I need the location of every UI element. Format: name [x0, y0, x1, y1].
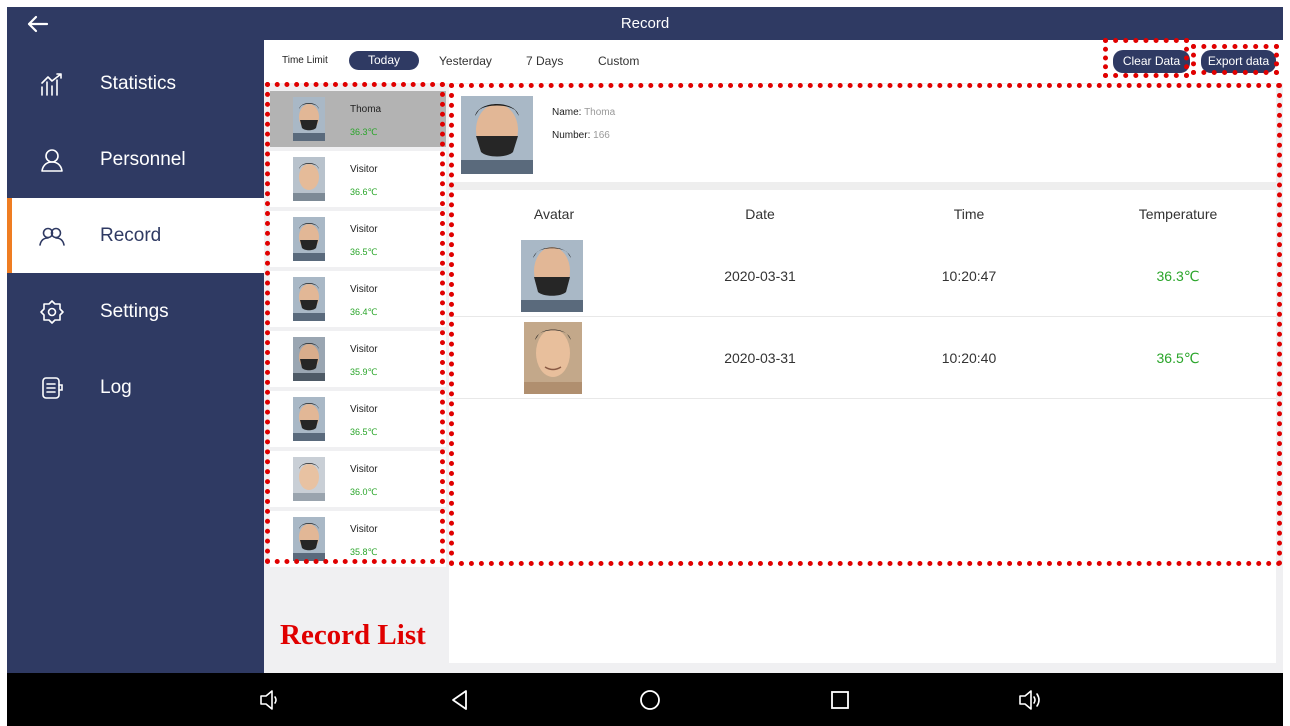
- record-temperature: 35.9℃: [350, 367, 378, 377]
- avatar: [461, 96, 533, 174]
- volume-up-icon[interactable]: [1017, 687, 1043, 713]
- avatar: [293, 277, 325, 321]
- record-temperature: 36.4℃: [350, 307, 378, 317]
- record-date: 2020-03-31: [724, 350, 796, 366]
- person-name-row: Name: Thoma: [552, 107, 615, 118]
- log-icon: [42, 377, 63, 399]
- table-row[interactable]: 2020-03-31 10:20:47 36.3℃: [449, 236, 1276, 317]
- list-item[interactable]: Visitor 36.4℃: [270, 271, 446, 327]
- record-name: Thoma: [350, 104, 382, 115]
- column-header-time: Time: [953, 206, 985, 222]
- sidebar-item-label: Record: [100, 225, 162, 246]
- column-header-temperature: Temperature: [1138, 206, 1218, 222]
- time-filter-bar: Time Limit Today Yesterday 7 Days Custom…: [264, 40, 1283, 83]
- record-list-caption: Record List: [280, 619, 426, 651]
- filter-yesterday[interactable]: Yesterday: [439, 54, 492, 68]
- sidebar-item-record[interactable]: Record: [7, 198, 264, 273]
- record-name: Visitor: [350, 344, 378, 355]
- record-temperature: 36.5℃: [350, 427, 378, 437]
- list-item[interactable]: Visitor 35.8℃: [270, 511, 446, 567]
- record-date: 2020-03-31: [724, 268, 796, 284]
- system-nav-bar: [7, 673, 1283, 726]
- record-name: Visitor: [350, 224, 378, 235]
- avatar: [293, 337, 325, 381]
- group-icon: [39, 227, 65, 246]
- sidebar-item-label: Personnel: [100, 149, 186, 170]
- record-temperature: 36.6℃: [350, 187, 378, 197]
- page-title: Record: [620, 15, 670, 32]
- avatar: [293, 157, 325, 201]
- person-icon: [41, 149, 63, 172]
- person-name: Thoma: [584, 107, 616, 118]
- number-label: Number:: [552, 130, 591, 141]
- table-row[interactable]: 2020-03-31 10:20:40 36.5℃: [449, 318, 1276, 399]
- back-triangle-icon[interactable]: [447, 687, 473, 713]
- record-time: 10:20:40: [941, 350, 997, 366]
- export-data-button[interactable]: Export data: [1201, 50, 1276, 73]
- filter-today[interactable]: Today: [349, 51, 419, 70]
- sidebar-item-statistics[interactable]: Statistics: [7, 46, 264, 121]
- record-temperature: 36.0℃: [350, 487, 378, 497]
- record-name: Visitor: [350, 284, 378, 295]
- list-item[interactable]: Visitor 36.5℃: [270, 391, 446, 447]
- sidebar-item-log[interactable]: Log: [7, 350, 264, 425]
- avatar: [293, 457, 325, 501]
- record-temperature: 35.8℃: [350, 547, 378, 557]
- name-label: Name:: [552, 107, 582, 118]
- record-temperature: 36.3℃: [350, 127, 378, 137]
- record-name: Visitor: [350, 464, 378, 475]
- filter-7-days[interactable]: 7 Days: [526, 54, 563, 68]
- list-item[interactable]: Visitor 35.9℃: [270, 331, 446, 387]
- avatar: [293, 97, 325, 141]
- avatar: [293, 397, 325, 441]
- time-limit-label: Time Limit: [282, 55, 328, 66]
- record-name: Visitor: [350, 164, 378, 175]
- section-divider: [449, 182, 1276, 190]
- avatar: [521, 240, 583, 312]
- title-bar: Record: [7, 7, 1283, 40]
- sidebar-item-personnel[interactable]: Personnel: [7, 122, 264, 197]
- recents-square-icon[interactable]: [827, 687, 853, 713]
- record-name: Visitor: [350, 404, 378, 415]
- avatar: [293, 517, 325, 561]
- person-number-row: Number: 166: [552, 130, 610, 141]
- record-name: Visitor: [350, 524, 378, 535]
- avatar: [524, 322, 582, 394]
- list-item[interactable]: Thoma 36.3℃: [270, 91, 446, 147]
- record-detail-panel: Name: Thoma Number: 166 Avatar Date Time…: [449, 84, 1276, 663]
- sidebar-item-settings[interactable]: Settings: [7, 274, 264, 349]
- volume-down-icon[interactable]: [257, 687, 283, 713]
- record-temperature: 36.5℃: [1156, 350, 1200, 366]
- sidebar-item-label: Settings: [100, 301, 169, 322]
- filter-custom[interactable]: Custom: [598, 54, 639, 68]
- sidebar-item-label: Statistics: [100, 73, 177, 94]
- statistics-icon: [41, 73, 62, 96]
- gear-icon: [40, 300, 64, 324]
- sidebar: Statistics Personnel Record Settings Log: [7, 40, 264, 673]
- record-time: 10:20:47: [941, 268, 997, 284]
- clear-data-button[interactable]: Clear Data: [1113, 50, 1190, 73]
- list-item[interactable]: Visitor 36.6℃: [270, 151, 446, 207]
- column-header-avatar: Avatar: [533, 206, 575, 222]
- record-temperature: 36.5℃: [350, 247, 378, 257]
- person-number: 166: [593, 130, 610, 141]
- list-item[interactable]: Visitor 36.0℃: [270, 451, 446, 507]
- avatar: [293, 217, 325, 261]
- home-circle-icon[interactable]: [637, 687, 663, 713]
- sidebar-item-label: Log: [100, 377, 132, 398]
- list-item[interactable]: Visitor 36.5℃: [270, 211, 446, 267]
- record-temperature: 36.3℃: [1156, 268, 1200, 284]
- column-header-date: Date: [745, 206, 775, 222]
